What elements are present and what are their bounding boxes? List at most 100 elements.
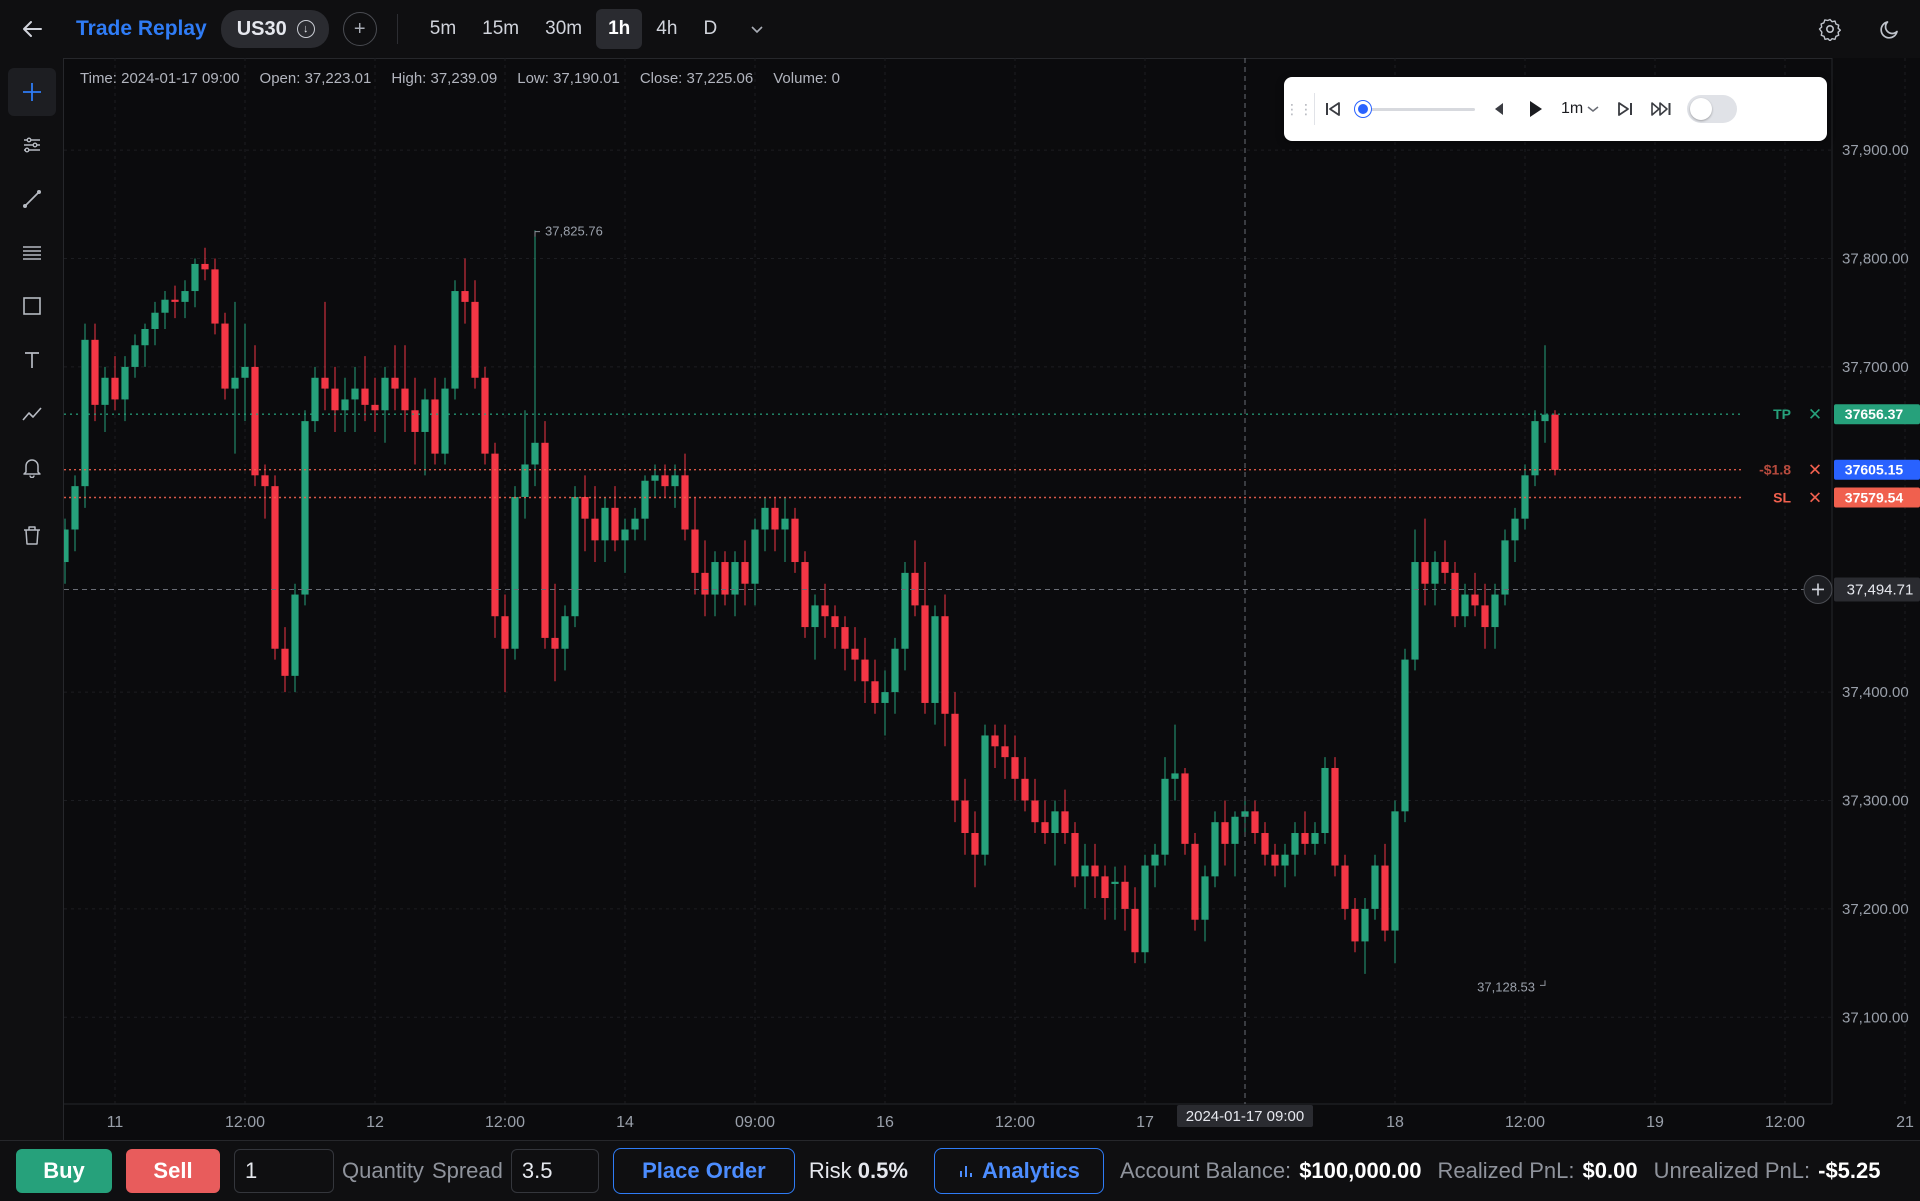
timeframe-d[interactable]: D bbox=[691, 9, 729, 49]
candle-body bbox=[571, 496, 579, 617]
close-icon[interactable]: ✕ bbox=[1808, 488, 1822, 507]
candle bbox=[211, 258, 219, 335]
candle-body bbox=[1311, 833, 1319, 844]
autoplay-toggle[interactable] bbox=[1687, 95, 1738, 123]
rectangle-icon[interactable] bbox=[8, 282, 56, 330]
candle-body bbox=[1371, 865, 1379, 909]
candle-body bbox=[271, 486, 279, 649]
close-icon[interactable]: ✕ bbox=[1808, 461, 1822, 480]
annotation-marker bbox=[534, 231, 540, 237]
candle-body bbox=[1201, 876, 1209, 920]
spread-input[interactable] bbox=[510, 1149, 599, 1193]
candle-body bbox=[1441, 562, 1449, 573]
replay-progress-knob[interactable] bbox=[1355, 101, 1371, 117]
candle-body bbox=[1411, 562, 1419, 660]
candle-body bbox=[1091, 865, 1099, 877]
candle-body bbox=[1361, 908, 1369, 942]
candle-body bbox=[421, 399, 429, 432]
candle-body bbox=[1141, 865, 1149, 953]
horizontal-lines-icon[interactable] bbox=[8, 229, 56, 277]
candlestick-chart[interactable]: 37,900.00 37,800.00 37,700.00 37,400.00 37,3… bbox=[61, 58, 1920, 1140]
candle bbox=[771, 496, 779, 552]
candle-body bbox=[221, 323, 229, 389]
replay-speed-dropdown[interactable]: 1m bbox=[1553, 100, 1607, 118]
add-symbol-button[interactable]: + bbox=[342, 12, 377, 46]
path-tool-icon[interactable] bbox=[8, 389, 56, 437]
candle-body bbox=[1111, 881, 1119, 884]
timeframe-30m[interactable]: 30m bbox=[533, 9, 594, 49]
timeframe-5m[interactable]: 5m bbox=[418, 9, 468, 49]
candle bbox=[81, 323, 89, 508]
candle bbox=[751, 518, 759, 606]
trash-icon[interactable] bbox=[8, 511, 56, 559]
timeframe-4h[interactable]: 4h bbox=[644, 9, 689, 49]
step-back-icon[interactable] bbox=[1481, 89, 1517, 129]
candle bbox=[1191, 833, 1199, 931]
candle-body bbox=[1351, 908, 1359, 942]
buy-button[interactable]: Buy bbox=[16, 1149, 112, 1193]
candle bbox=[601, 496, 609, 563]
candle-body bbox=[1541, 414, 1549, 422]
candle-body bbox=[301, 421, 309, 595]
indicator-settings-icon[interactable] bbox=[8, 121, 56, 169]
candle bbox=[981, 724, 989, 866]
text-tool-icon[interactable] bbox=[8, 336, 56, 384]
candle-body bbox=[241, 366, 249, 378]
candle bbox=[71, 475, 79, 552]
sell-button[interactable]: Sell bbox=[126, 1149, 220, 1193]
crosshair-icon[interactable] bbox=[8, 68, 56, 116]
gear-icon[interactable] bbox=[1800, 0, 1860, 58]
skip-to-start-icon[interactable] bbox=[1315, 89, 1351, 129]
replay-progress-slider[interactable] bbox=[1355, 99, 1475, 119]
back-arrow-icon[interactable] bbox=[0, 0, 64, 58]
symbol-selector[interactable]: US30 ↓ bbox=[220, 10, 329, 48]
play-icon[interactable] bbox=[1517, 89, 1553, 129]
timeframe-1h[interactable]: 1h bbox=[596, 9, 643, 49]
candle bbox=[341, 377, 349, 432]
candle-body bbox=[941, 616, 949, 714]
candle bbox=[331, 366, 339, 432]
candle bbox=[351, 366, 359, 432]
moon-icon[interactable] bbox=[1860, 0, 1920, 58]
x-tick-label: 12:00 bbox=[995, 1114, 1035, 1131]
candle-body bbox=[801, 562, 809, 628]
candle-body bbox=[621, 529, 629, 541]
candle bbox=[1411, 529, 1419, 671]
analytics-button[interactable]: Analytics bbox=[933, 1148, 1104, 1194]
x-tick-label: 12:00 bbox=[225, 1114, 265, 1131]
candle-body bbox=[61, 529, 69, 563]
ohlc-legend: Time: 2024-01-17 09:00 Open: 37,223.01 H… bbox=[80, 70, 840, 87]
replay-controls: ⋮⋮ 1m bbox=[1284, 77, 1827, 141]
trend-line-icon[interactable] bbox=[8, 175, 56, 223]
candle bbox=[1181, 767, 1189, 855]
candle-body bbox=[1501, 540, 1509, 595]
quantity-input[interactable] bbox=[234, 1149, 334, 1193]
candle bbox=[1001, 724, 1009, 779]
candle bbox=[1021, 757, 1029, 812]
skip-to-end-icon[interactable] bbox=[1643, 89, 1679, 129]
crosshair-time-text: 2024-01-17 09:00 bbox=[1186, 1108, 1304, 1125]
candle bbox=[1161, 757, 1169, 866]
chart-area[interactable]: 37,900.00 37,800.00 37,700.00 37,400.00 37,3… bbox=[61, 58, 1920, 1140]
sl-line-price-text: 37579.54 bbox=[1845, 489, 1904, 505]
candle bbox=[511, 486, 519, 660]
candle bbox=[271, 475, 279, 660]
chevron-down-icon[interactable] bbox=[737, 9, 777, 49]
candle bbox=[1551, 410, 1559, 476]
candle-body bbox=[651, 475, 659, 481]
drag-handle-icon[interactable]: ⋮⋮ bbox=[1284, 101, 1314, 118]
candle bbox=[1391, 800, 1399, 964]
chevron-down-icon bbox=[1587, 106, 1599, 112]
candle bbox=[181, 280, 189, 319]
close-icon[interactable]: ✕ bbox=[1808, 405, 1822, 424]
timeframe-15m[interactable]: 15m bbox=[470, 9, 531, 49]
candle bbox=[1311, 822, 1319, 855]
bell-icon[interactable] bbox=[8, 443, 56, 491]
candle-body bbox=[141, 328, 149, 346]
step-forward-icon[interactable] bbox=[1607, 89, 1643, 129]
risk-display[interactable]: Risk 0.5% bbox=[809, 1158, 908, 1184]
candle-body bbox=[1121, 881, 1129, 909]
candle bbox=[311, 366, 319, 432]
candle-body bbox=[851, 648, 859, 660]
place-order-button[interactable]: Place Order bbox=[612, 1148, 795, 1194]
